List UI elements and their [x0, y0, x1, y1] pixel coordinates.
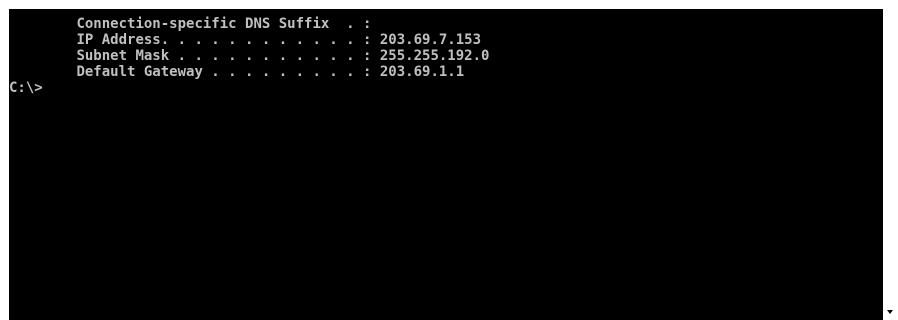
default-gateway-label: Default Gateway: [76, 64, 203, 80]
ip-address-dots: . . . . . . . . . . . . :: [160, 32, 372, 48]
ip-address-value: 203.69.7.153: [371, 32, 482, 48]
ipconfig-line-subnet-mask: Subnet Mask . . . . . . . . . . . : 255.…: [9, 48, 489, 64]
console-output: Connection-specific DNS Suffix . : IP Ad…: [9, 16, 489, 96]
scroll-down-arrow-icon[interactable]: [886, 308, 894, 316]
command-prompt-line[interactable]: C:\>: [9, 80, 489, 96]
command-prompt: C:\>: [9, 80, 43, 96]
ipconfig-line-dns-suffix: Connection-specific DNS Suffix . :: [9, 16, 489, 32]
default-gateway-value: 203.69.1.1: [371, 64, 465, 80]
screen: Connection-specific DNS Suffix . : IP Ad…: [0, 0, 898, 320]
command-prompt-console[interactable]: Connection-specific DNS Suffix . : IP Ad…: [9, 9, 883, 320]
dns-suffix-dots: . :: [329, 16, 372, 32]
default-gateway-dots: . . . . . . . . . :: [202, 64, 372, 80]
ipconfig-line-default-gateway: Default Gateway . . . . . . . . . : 203.…: [9, 64, 489, 80]
dns-suffix-label: Connection-specific DNS Suffix: [76, 16, 330, 32]
subnet-mask-value: 255.255.192.0: [371, 48, 490, 64]
ipconfig-line-ip-address: IP Address. . . . . . . . . . . . : 203.…: [9, 32, 489, 48]
subnet-mask-label: Subnet Mask: [76, 48, 170, 64]
subnet-mask-dots: . . . . . . . . . . . :: [169, 48, 372, 64]
ip-address-label: IP Address: [76, 32, 161, 48]
